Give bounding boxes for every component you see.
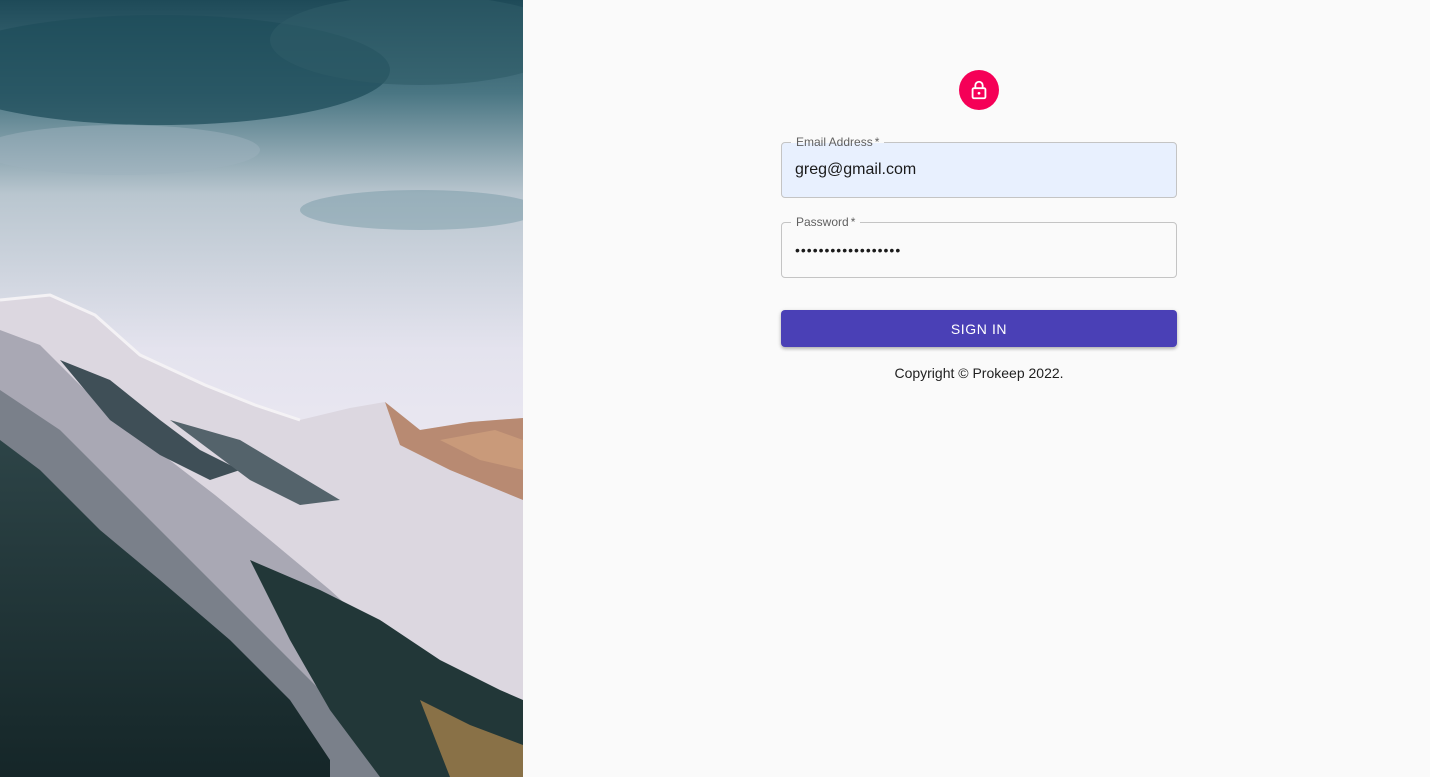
copyright-text: Copyright © Prokeep 2022. [894,365,1064,381]
password-input[interactable] [782,223,1176,277]
email-field[interactable]: Email Address * [781,136,1177,198]
password-field[interactable]: Password * [781,216,1177,278]
email-input[interactable] [782,143,1176,197]
lock-avatar [959,70,999,110]
lock-icon [971,80,987,100]
sign-in-panel [523,0,1430,777]
hero-mountain-image [0,0,523,777]
sign-in-button[interactable]: Sign In [781,310,1177,347]
